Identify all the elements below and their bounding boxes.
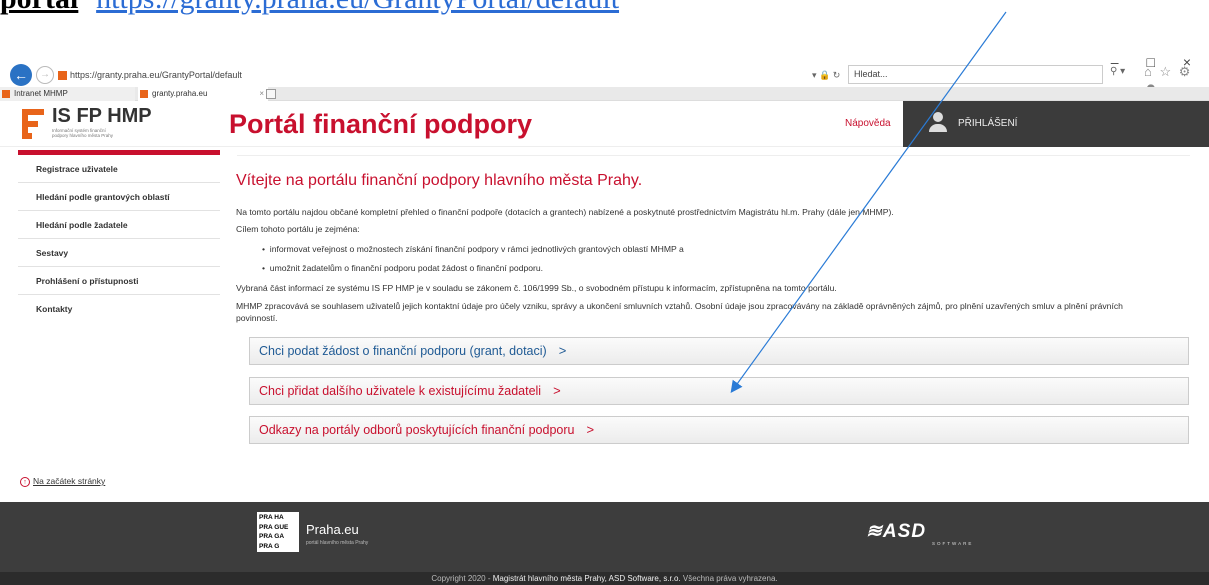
tab-granty[interactable]: granty.praha.eu × [138,87,268,101]
user-icon [929,112,947,134]
main-divider [237,155,1190,156]
sidebar-item-pristupnost[interactable]: Prohlášení o přístupnosti [18,267,220,295]
favicon-icon [58,71,67,80]
logo-title[interactable]: IS FP HMP [52,105,152,128]
isfp-logo-icon[interactable] [22,109,44,139]
address-text: https://granty.praha.eu/GrantyPortal/def… [70,70,242,80]
sidebar-item-kontakty[interactable]: Kontakty [18,295,220,323]
chevron-right-icon: > [586,422,595,437]
new-tab-button[interactable] [266,89,276,99]
copyright: Copyright 2020 - Magistrát hlavního měst… [0,572,1209,585]
sidebar-item-hledani-zadatele[interactable]: Hledání podle žadatele [18,211,220,239]
browser-tabs: Intranet MHMP granty.praha.eu × [0,87,1209,101]
tab-intranet[interactable]: Intranet MHMP [0,87,135,101]
praha-logo[interactable]: PRA HA PRA GUE PRA GA PRA G [257,512,299,552]
back-to-top-link[interactable]: ↑ Na začátek stránky [20,476,105,487]
praha-name[interactable]: Praha.eu [306,522,359,537]
add-user-button[interactable]: Chci přidat dalšího uživatele k existují… [249,377,1189,405]
favicon-icon [2,90,10,98]
apply-for-support-button[interactable]: Chci podat žádost o finanční podporu (gr… [249,337,1189,365]
chevron-right-icon: > [558,343,567,358]
address-bar[interactable]: https://granty.praha.eu/GrantyPortal/def… [58,66,838,84]
doc-label: portal [0,0,78,15]
goals-intro: Cílem tohoto portálu je zejména: [236,224,360,234]
site-header: IS FP HMP Informační systém finanční pod… [0,101,1209,147]
asd-subtitle: SOFTWARE [932,541,974,546]
sidebar-item-hledani-oblasti[interactable]: Hledání podle grantových oblastí [18,183,220,211]
login-label: PŘIHLÁŠENÍ [958,118,1018,129]
law-paragraph: Vybraná část informací ze systému IS FP … [236,283,837,293]
department-portals-button[interactable]: Odkazy na portály odborů poskytujících f… [249,416,1189,444]
favicon-icon [140,90,148,98]
gdpr-paragraph: MHMP zpracovává se souhlasem uživatelů j… [236,301,1123,311]
sidebar-item-registrace[interactable]: Registrace uživatele [18,155,220,183]
praha-subtitle: portál hlavního města Prahy [306,540,369,546]
close-tab-icon[interactable]: × [259,87,264,101]
help-link[interactable]: Nápověda [845,118,891,129]
lock-refresh-icon[interactable]: ▾ 🔒 ↻ [812,66,840,84]
forward-button[interactable]: → [36,66,54,84]
doc-url-link[interactable]: https://granty.praha.eu/GrantyPortal/def… [96,0,619,15]
welcome-heading: Vítejte na portálu finanční podpory hlav… [236,172,643,189]
intro-paragraph: Na tomto portálu najdou občané kompletní… [236,207,894,217]
page-title: Portál finanční podpory [229,109,533,139]
bullet-item: • informovat veřejnost o možnostech získ… [262,244,684,254]
bullet-item: • umožnit žadatelům o finanční podporu p… [262,263,544,273]
gdpr-paragraph-end: povinností. [236,313,278,323]
logo-subtitle: Informační systém finanční podpory hlavn… [52,128,114,138]
document-header: portal https://granty.praha.eu/GrantyPor… [0,0,619,22]
chevron-right-icon: > [553,383,561,398]
back-button[interactable]: ← [10,64,32,86]
window-controls[interactable]: – □ × [1111,54,1203,70]
asd-logo[interactable]: ≋ASD [866,520,926,543]
sidebar: Registrace uživatele Hledání podle grant… [18,155,220,323]
footer: PRA HA PRA GUE PRA GA PRA G Praha.eu por… [0,502,1209,572]
arrow-up-icon: ↑ [20,477,30,487]
browser-search-input[interactable]: Hledat... [848,65,1103,84]
login-button[interactable]: PŘIHLÁŠENÍ [903,101,1209,147]
sidebar-item-sestavy[interactable]: Sestavy [18,239,220,267]
